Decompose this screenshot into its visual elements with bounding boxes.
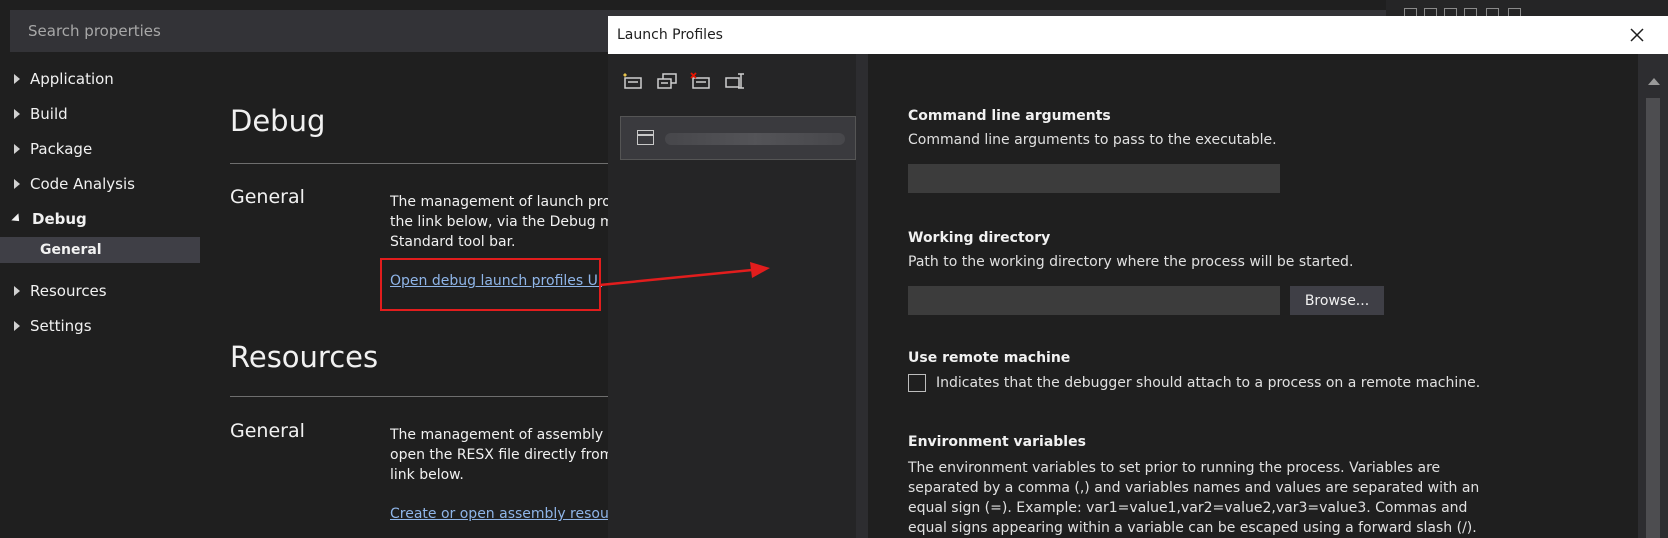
chevron-down-icon	[11, 213, 23, 225]
sidebar-item-settings[interactable]: Settings	[0, 313, 200, 339]
sidebar-item-package[interactable]: Package	[0, 136, 200, 162]
dialog-title: Launch Profiles	[617, 27, 723, 43]
debug-section-title: Debug	[230, 104, 326, 138]
profile-settings-pane: Command line arguments Command line argu…	[868, 54, 1638, 538]
chevron-right-icon	[14, 286, 20, 296]
rename-profile-icon[interactable]	[724, 72, 746, 90]
scrollbar-thumb[interactable]	[1646, 98, 1660, 538]
command-line-description: Command line arguments to pass to the ex…	[908, 132, 1277, 148]
duplicate-profile-icon[interactable]	[656, 72, 678, 90]
blurred-profile-name	[665, 133, 845, 145]
chevron-right-icon	[14, 109, 20, 119]
divider	[230, 163, 610, 164]
dialog-titlebar: Launch Profiles	[608, 16, 1668, 54]
dialog-scrollbar[interactable]	[1638, 54, 1668, 538]
sidebar-item-build[interactable]: Build	[0, 101, 200, 127]
delete-profile-icon[interactable]	[690, 72, 712, 90]
working-directory-label: Working directory	[908, 230, 1051, 246]
window-icon	[637, 130, 654, 145]
working-directory-input[interactable]	[908, 286, 1280, 315]
divider	[230, 396, 610, 397]
command-line-arguments-input[interactable]	[908, 164, 1280, 193]
environment-variables-description: The environment variables to set prior t…	[908, 460, 1480, 536]
sidebar-item-debug-general[interactable]: General	[0, 237, 200, 263]
annotation-highlight-box	[380, 258, 601, 311]
scroll-up-arrow-icon[interactable]	[1648, 78, 1660, 85]
chevron-right-icon	[14, 179, 20, 189]
sidebar-item-code-analysis[interactable]: Code Analysis	[0, 171, 200, 197]
browse-button[interactable]: Browse...	[1290, 286, 1384, 315]
environment-variables-label: Environment variables	[908, 434, 1086, 450]
chevron-right-icon	[14, 321, 20, 331]
use-remote-machine-label: Use remote machine	[908, 350, 1071, 366]
debug-description: The management of launch profi the link …	[390, 194, 623, 250]
close-icon[interactable]	[1626, 24, 1648, 46]
resources-general-heading: General	[230, 420, 305, 442]
working-directory-description: Path to the working directory where the …	[908, 254, 1354, 270]
profiles-list-pane	[608, 54, 856, 538]
launch-profiles-dialog: Launch Profiles Command line arguments C…	[608, 16, 1668, 538]
command-line-label: Command line arguments	[908, 108, 1111, 124]
pane-splitter[interactable]	[856, 54, 868, 538]
chevron-right-icon	[14, 144, 20, 154]
chevron-right-icon	[14, 74, 20, 84]
sidebar-item-debug[interactable]: Debug	[0, 206, 200, 232]
use-remote-machine-checkbox[interactable]	[908, 374, 926, 392]
use-remote-machine-description: Indicates that the debugger should attac…	[936, 375, 1481, 391]
new-profile-icon[interactable]	[622, 72, 644, 90]
resources-description: The management of assembly res open the …	[390, 427, 629, 483]
launch-profile-item[interactable]	[620, 116, 856, 160]
create-assembly-resource-link[interactable]: Create or open assembly resourc	[390, 506, 622, 522]
sidebar-item-application[interactable]: Application	[0, 66, 200, 92]
debug-general-heading: General	[230, 186, 305, 208]
search-placeholder: Search properties	[28, 22, 161, 40]
sidebar-item-resources[interactable]: Resources	[0, 278, 200, 304]
resources-section-title: Resources	[230, 340, 379, 374]
